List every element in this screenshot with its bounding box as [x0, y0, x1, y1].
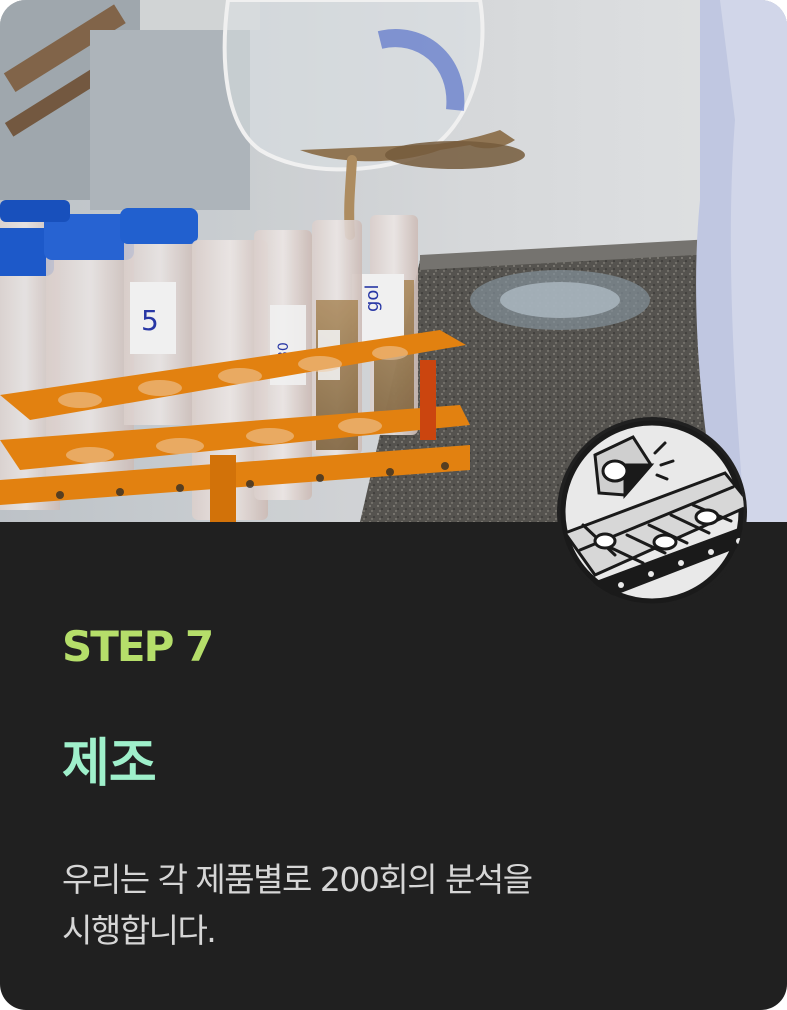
- step-label: STEP 7: [62, 622, 214, 671]
- description-line-2: 시행합니다.: [62, 911, 217, 951]
- description-line-1: 우리는 각 제품별로 200회의 분석을: [62, 860, 533, 899]
- step-card: gol 5 30 STEP 7 제조 우리는 각 제품별로 200회의 분석을 …: [0, 0, 787, 1010]
- step-description: 우리는 각 제품별로 200회의 분석을 시행합니다.: [62, 854, 662, 956]
- conveyor-inspection-icon: [555, 415, 749, 609]
- step-title: 제조: [62, 734, 157, 794]
